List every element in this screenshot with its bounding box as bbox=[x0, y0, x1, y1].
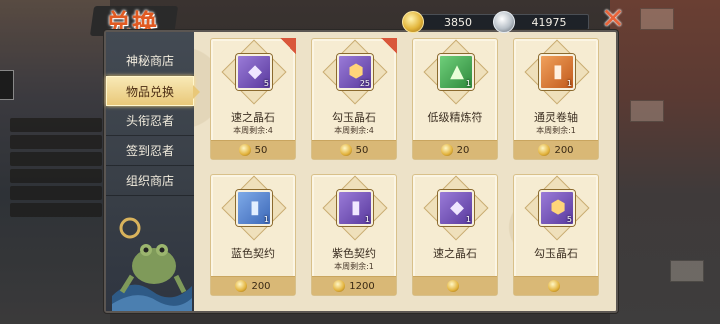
tab-item-exchange[interactable]: 物品兑换 bbox=[106, 76, 200, 106]
item-card[interactable]: ⬢ 25 勾玉晶石 本周剩余:4 50 bbox=[311, 38, 397, 160]
item-card[interactable]: ▮ 1 蓝色契约 200 bbox=[210, 174, 296, 296]
tab-mystery-shop[interactable]: 神秘商店 bbox=[106, 46, 194, 76]
item-name: 勾玉晶石 bbox=[534, 247, 578, 260]
item-quantity: 25 bbox=[359, 79, 370, 88]
price-bar[interactable] bbox=[514, 276, 598, 295]
item-card[interactable]: ▮ 1 通灵卷轴 本周剩余:1 200 bbox=[513, 38, 599, 160]
silver-amount: 41975 bbox=[509, 14, 589, 30]
gold-coin-icon bbox=[440, 144, 453, 156]
item-price: 20 bbox=[456, 144, 470, 156]
item-name: 低级精炼符 bbox=[427, 111, 483, 124]
silver-currency: 41975 bbox=[493, 11, 589, 33]
item-quantity: 1 bbox=[465, 215, 471, 224]
item-price: 200 bbox=[554, 144, 574, 156]
item-name: 蓝色契约 bbox=[231, 247, 275, 260]
item-slot: ▮ 1 bbox=[236, 190, 272, 226]
item-price: 50 bbox=[355, 144, 369, 156]
gold-coin-icon bbox=[333, 280, 346, 292]
silver-coin-icon bbox=[493, 11, 515, 33]
gold-coin-icon bbox=[235, 280, 248, 292]
weekly-limit: 本周剩余:1 bbox=[536, 126, 576, 135]
price-bar[interactable]: 50 bbox=[312, 140, 396, 159]
side-expand-handle[interactable] bbox=[0, 70, 14, 100]
gold-coin-icon bbox=[339, 144, 352, 156]
price-bar[interactable]: 1200 bbox=[312, 276, 396, 295]
frog-mascot-icon bbox=[112, 217, 192, 311]
item-name: 紫色契约 bbox=[332, 247, 376, 260]
gold-amount: 3850 bbox=[418, 14, 498, 30]
item-name: 速之晶石 bbox=[433, 247, 477, 260]
discount-ribbon-icon bbox=[381, 38, 397, 54]
item-price: 50 bbox=[254, 144, 268, 156]
background-right bbox=[610, 0, 720, 324]
price-bar[interactable]: 200 bbox=[211, 276, 295, 295]
item-quantity: 5 bbox=[566, 215, 572, 224]
crystal-icon: ◆ bbox=[450, 197, 464, 218]
item-card[interactable]: ◆ 5 速之晶石 本周剩余:4 50 bbox=[210, 38, 296, 160]
game-screen: 兑换 3850 41975 ✕ 神秘商店 物品兑换 头衔忍者 签到忍者 组织商店 bbox=[0, 0, 720, 324]
item-quantity: 5 bbox=[263, 79, 269, 88]
item-quantity: 1 bbox=[364, 215, 370, 224]
item-card[interactable]: ▮ 1 紫色契约 本周剩余:1 1200 bbox=[311, 174, 397, 296]
sidebar: 神秘商店 物品兑换 头衔忍者 签到忍者 组织商店 bbox=[106, 32, 200, 311]
tab-signin-ninja[interactable]: 签到忍者 bbox=[106, 136, 194, 166]
item-name: 通灵卷轴 bbox=[534, 111, 578, 124]
item-price: 1200 bbox=[349, 280, 375, 292]
weekly-limit: 本周剩余:1 bbox=[334, 262, 374, 271]
weekly-limit: 本周剩余:4 bbox=[334, 126, 374, 135]
weekly-limit: 本周剩余:4 bbox=[233, 126, 273, 135]
gold-coin-icon bbox=[402, 11, 424, 33]
item-slot: ▮ 1 bbox=[337, 190, 373, 226]
gold-coin-icon bbox=[238, 144, 251, 156]
price-bar[interactable] bbox=[413, 276, 497, 295]
item-slot: ⬢ 5 bbox=[539, 190, 575, 226]
discount-ribbon-icon bbox=[280, 38, 296, 54]
gold-currency: 3850 bbox=[402, 11, 498, 33]
item-slot: ▲ 1 bbox=[438, 54, 474, 90]
crystal-icon: ◆ bbox=[248, 61, 262, 82]
purple-contract-icon: ▮ bbox=[351, 197, 361, 218]
tab-title-ninja[interactable]: 头衔忍者 bbox=[106, 106, 194, 136]
item-name: 勾玉晶石 bbox=[332, 111, 376, 124]
item-quantity: 1 bbox=[465, 79, 471, 88]
item-slot: ◆ 1 bbox=[438, 190, 474, 226]
item-quantity: 1 bbox=[566, 79, 572, 88]
price-bar[interactable]: 20 bbox=[413, 140, 497, 159]
item-slot: ◆ 5 bbox=[236, 54, 272, 90]
exchange-panel: 神秘商店 物品兑换 头衔忍者 签到忍者 组织商店 ◆ 5 速之晶石 本周剩余:4… bbox=[104, 30, 618, 313]
background-left bbox=[0, 0, 110, 324]
item-card[interactable]: ◆ 1 速之晶石 bbox=[412, 174, 498, 296]
blue-contract-icon: ▮ bbox=[250, 197, 260, 218]
magatama-crystal-icon: ⬢ bbox=[550, 197, 566, 218]
item-card[interactable]: ▲ 1 低级精炼符 20 bbox=[412, 38, 498, 160]
price-bar[interactable]: 200 bbox=[514, 140, 598, 159]
item-price: 200 bbox=[251, 280, 271, 292]
item-name: 速之晶石 bbox=[231, 111, 275, 124]
price-bar[interactable]: 50 bbox=[211, 140, 295, 159]
gold-coin-icon bbox=[447, 280, 459, 292]
gold-coin-icon bbox=[548, 280, 560, 292]
item-slot: ▮ 1 bbox=[539, 54, 575, 90]
item-slot: ⬢ 25 bbox=[337, 54, 373, 90]
refining-talisman-icon: ▲ bbox=[450, 61, 464, 82]
summoning-scroll-icon: ▮ bbox=[553, 61, 563, 82]
item-quantity: 1 bbox=[263, 215, 269, 224]
item-card[interactable]: ⬢ 5 勾玉晶石 bbox=[513, 174, 599, 296]
gold-coin-icon bbox=[538, 144, 551, 156]
tab-organization-shop[interactable]: 组织商店 bbox=[106, 166, 194, 196]
